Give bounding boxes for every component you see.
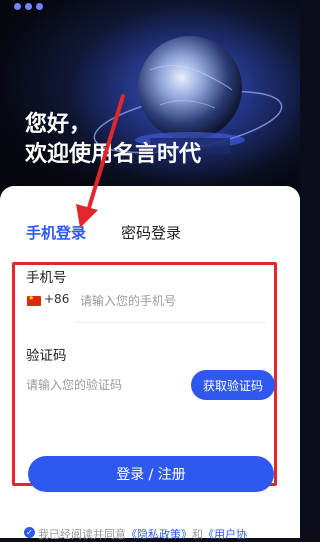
agreement-and: 和	[192, 528, 203, 541]
agreement-prefix: 我已经阅读并同意	[38, 528, 126, 541]
welcome-title: 您好， 欢迎使用名言时代	[25, 110, 201, 170]
china-flag-icon: ★	[27, 294, 41, 306]
country-code[interactable]: +86	[44, 292, 69, 306]
login-sheet: 手机登录 密码登录 手机号 ★ +86 验证码 获取验证码 登录 / 注册 ✓ …	[0, 186, 300, 541]
phone-label: 手机号	[26, 270, 67, 286]
tab-password-login[interactable]: 密码登录	[121, 222, 181, 243]
tab-phone-login[interactable]: 手机登录	[26, 222, 86, 243]
get-code-button[interactable]: 获取验证码	[191, 370, 275, 400]
welcome-title-line1: 您好，	[25, 112, 92, 137]
phone-divider	[76, 322, 266, 323]
privacy-policy-link[interactable]: 《隐私政策》	[126, 528, 192, 541]
agreement-text: 我已经阅读并同意《隐私政策》和《用户协	[38, 526, 247, 542]
code-label: 验证码	[26, 348, 67, 364]
checkbox-check-icon[interactable]: ✓	[24, 527, 35, 538]
phone-input[interactable]	[76, 288, 272, 314]
welcome-title-line2: 欢迎使用名言时代	[25, 142, 202, 167]
user-agreement-link[interactable]: 《用户协	[203, 528, 247, 541]
hero-banner: 您好， 欢迎使用名言时代	[0, 0, 300, 200]
code-input[interactable]	[22, 372, 190, 398]
globe-illustration	[70, 5, 300, 185]
login-register-button[interactable]: 登录 / 注册	[28, 456, 274, 492]
